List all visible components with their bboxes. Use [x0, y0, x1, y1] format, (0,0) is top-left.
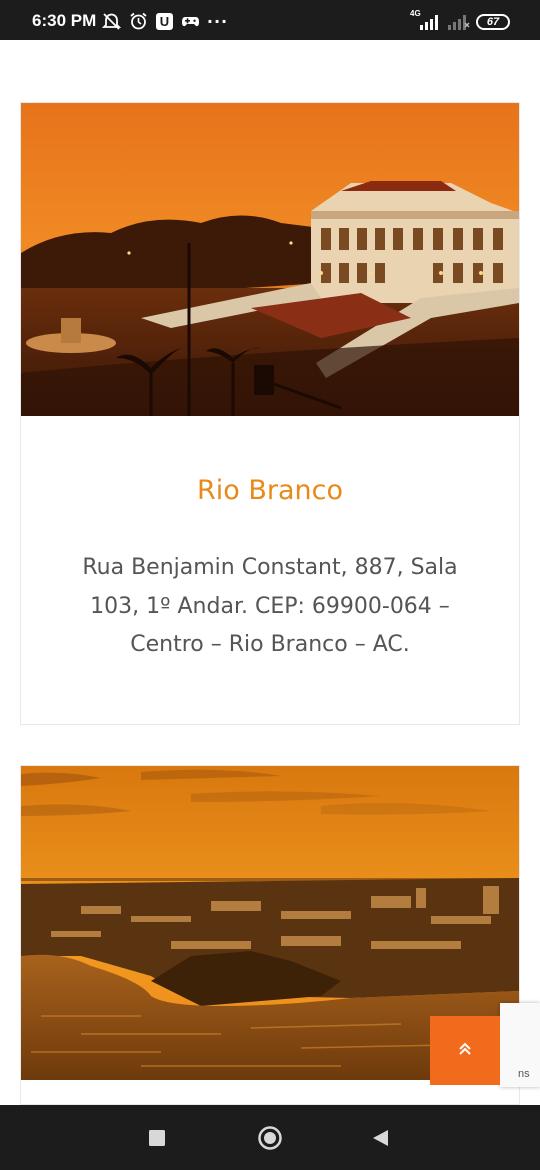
- u-app-icon: U: [156, 12, 173, 30]
- network-type: 4G: [410, 9, 421, 18]
- recaptcha-label: ns: [518, 1068, 530, 1080]
- back-button[interactable]: [341, 1105, 421, 1170]
- status-icons-left: U ···: [102, 11, 229, 31]
- signal-icon: 4G: [408, 9, 440, 31]
- alarm-icon: [129, 12, 148, 30]
- battery-icon: 67: [476, 14, 510, 30]
- recents-button[interactable]: [117, 1105, 197, 1170]
- system-nav-bar: [0, 1105, 540, 1170]
- back-icon: [373, 1129, 388, 1146]
- do-not-disturb-icon: [102, 12, 121, 30]
- more-dots-icon: ···: [206, 11, 229, 31]
- status-icons-right: 4G 67: [408, 9, 510, 31]
- recents-icon: [149, 1129, 165, 1146]
- back-to-top-button[interactable]: [430, 1016, 500, 1085]
- home-icon: [258, 1125, 282, 1150]
- status-time: 6:30 PM: [32, 11, 97, 30]
- game-controller-icon: [181, 12, 200, 30]
- signal-no-data-icon: [446, 13, 470, 31]
- home-button[interactable]: [230, 1105, 310, 1170]
- location-address: Rua Benjamin Constant, 887, Sala 103, 1º…: [82, 555, 458, 657]
- location-card-rio-branco: Rio Branco Rua Benjamin Constant, 887, S…: [20, 102, 520, 725]
- rio-branco-palace-image: [21, 103, 519, 416]
- location-title: Rio Branco: [196, 475, 343, 506]
- double-chevron-up-icon: [457, 1038, 473, 1063]
- status-bar: 6:30 PM U ··· 4G 67: [0, 0, 540, 40]
